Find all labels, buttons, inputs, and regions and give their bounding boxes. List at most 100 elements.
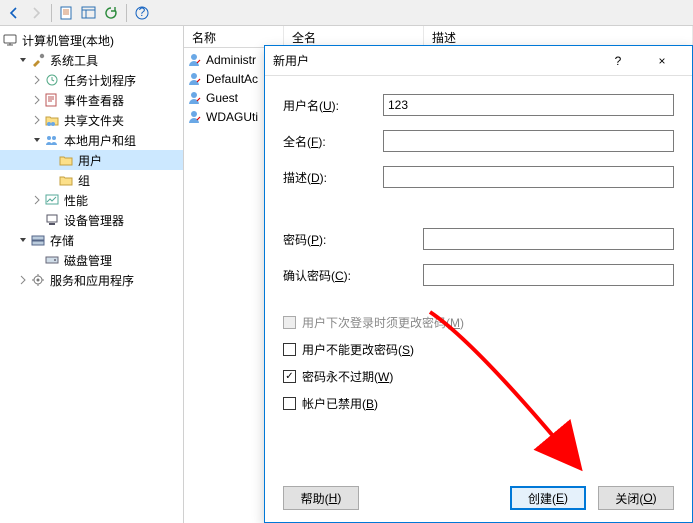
new-icon[interactable] — [57, 3, 77, 23]
checkbox-icon[interactable] — [283, 370, 296, 383]
device-icon — [44, 212, 60, 228]
shared-folder-icon — [44, 112, 60, 128]
fullname-label: 全名(F): — [283, 133, 383, 150]
tree-services-apps[interactable]: 服务和应用程序 — [0, 270, 183, 290]
fullname-input[interactable] — [383, 130, 674, 152]
chevron-down-icon[interactable] — [30, 133, 44, 147]
tree-label: 组 — [78, 172, 90, 189]
tree-system-tools[interactable]: 系统工具 — [0, 50, 183, 70]
chevron-right-icon[interactable] — [30, 93, 44, 107]
user-name: Guest — [206, 91, 238, 105]
username-input[interactable] — [383, 94, 674, 116]
chevron-right-icon[interactable] — [30, 113, 44, 127]
description-label: 描述(D): — [283, 169, 383, 186]
checkbox-account-disabled[interactable]: 帐户已禁用(B) — [283, 395, 674, 412]
folder-icon — [58, 172, 74, 188]
checkbox-icon — [283, 316, 296, 329]
chevron-right-icon[interactable] — [16, 273, 30, 287]
details-icon[interactable] — [79, 3, 99, 23]
event-icon — [44, 92, 60, 108]
tree-label: 存储 — [50, 232, 74, 249]
tree-label: 事件查看器 — [64, 92, 124, 109]
refresh-icon[interactable] — [101, 3, 121, 23]
checkbox-never-expire[interactable]: 密码永不过期(W) — [283, 368, 674, 385]
app-toolbar: ? — [0, 0, 693, 26]
checkbox-must-change: 用户下次登录时须更改密码(M) — [283, 314, 674, 331]
password-label: 密码(P): — [283, 231, 423, 248]
checkbox-icon[interactable] — [283, 397, 296, 410]
chevron-right-icon[interactable] — [30, 193, 44, 207]
tree-label: 任务计划程序 — [64, 72, 136, 89]
description-input[interactable] — [383, 166, 674, 188]
nav-tree[interactable]: 计算机管理(本地) 系统工具 任务计划程序 事件查看器 共享文件夹 本地用户和组 — [0, 26, 184, 523]
tree-device-manager[interactable]: 设备管理器 — [0, 210, 183, 230]
tree-event-viewer[interactable]: 事件查看器 — [0, 90, 183, 110]
disk-icon — [44, 252, 60, 268]
user-icon — [186, 90, 202, 106]
toolbar-separator — [51, 4, 52, 22]
checkbox-label: 用户下次登录时须更改密码(M) — [302, 314, 464, 331]
computer-icon — [2, 32, 18, 48]
tree-shared-folders[interactable]: 共享文件夹 — [0, 110, 183, 130]
tree-storage[interactable]: 存储 — [0, 230, 183, 250]
dialog-body: 用户名(U): 全名(F): 描述(D): 密码(P): 确认密码(C): 用户… — [265, 76, 692, 432]
tree-label: 共享文件夹 — [64, 112, 124, 129]
help-icon[interactable]: ? — [132, 3, 152, 23]
back-icon[interactable] — [4, 3, 24, 23]
folder-icon — [58, 152, 74, 168]
username-label: 用户名(U): — [283, 97, 383, 114]
tree-label: 系统工具 — [50, 52, 98, 69]
tree-groups[interactable]: 组 — [0, 170, 183, 190]
tree-task-scheduler[interactable]: 任务计划程序 — [0, 70, 183, 90]
user-icon — [186, 52, 202, 68]
col-desc[interactable]: 描述 — [424, 26, 693, 47]
new-user-dialog: 新用户 ? × 用户名(U): 全名(F): 描述(D): 密码(P): 确认密… — [264, 45, 693, 523]
close-button[interactable]: 关闭(O) — [598, 486, 674, 510]
tree-label: 磁盘管理 — [64, 252, 112, 269]
chevron-right-icon[interactable] — [30, 73, 44, 87]
col-fullname[interactable]: 全名 — [284, 26, 424, 47]
password-input[interactable] — [423, 228, 674, 250]
forward-icon[interactable] — [26, 3, 46, 23]
user-icon — [186, 71, 202, 87]
confirm-password-input[interactable] — [423, 264, 674, 286]
user-name: Administr — [206, 53, 256, 67]
checkbox-cannot-change[interactable]: 用户不能更改密码(S) — [283, 341, 674, 358]
help-button[interactable]: 帮助(H) — [283, 486, 359, 510]
dialog-button-row: 帮助(H) 创建(E) 关闭(O) — [283, 486, 674, 510]
close-icon[interactable]: × — [640, 47, 684, 75]
checkbox-icon[interactable] — [283, 343, 296, 356]
chevron-down-icon[interactable] — [16, 233, 30, 247]
tree-label: 设备管理器 — [64, 212, 124, 229]
tree-root[interactable]: 计算机管理(本地) — [0, 30, 183, 50]
storage-icon — [30, 232, 46, 248]
tree-performance[interactable]: 性能 — [0, 190, 183, 210]
user-name: DefaultAc — [206, 72, 258, 86]
dialog-help-icon[interactable]: ? — [596, 47, 640, 75]
checkbox-label: 帐户已禁用(B) — [302, 395, 378, 412]
create-button[interactable]: 创建(E) — [510, 486, 586, 510]
user-name: WDAGUti — [206, 110, 258, 124]
tree-label: 本地用户和组 — [64, 132, 136, 149]
svg-text:?: ? — [139, 5, 146, 19]
tree-label: 计算机管理(本地) — [22, 32, 114, 49]
dialog-title: 新用户 — [273, 52, 596, 69]
tree-users[interactable]: 用户 — [0, 150, 183, 170]
tree-disk-management[interactable]: 磁盘管理 — [0, 250, 183, 270]
confirm-password-label: 确认密码(C): — [283, 267, 423, 284]
checkbox-label: 用户不能更改密码(S) — [302, 341, 414, 358]
user-icon — [186, 109, 202, 125]
toolbar-separator — [126, 4, 127, 22]
performance-icon — [44, 192, 60, 208]
tree-local-users-groups[interactable]: 本地用户和组 — [0, 130, 183, 150]
users-icon — [44, 132, 60, 148]
clock-icon — [44, 72, 60, 88]
services-icon — [30, 272, 46, 288]
col-name[interactable]: 名称 — [184, 26, 284, 47]
dialog-titlebar[interactable]: 新用户 ? × — [265, 46, 692, 76]
chevron-down-icon[interactable] — [16, 53, 30, 67]
tree-label: 服务和应用程序 — [50, 272, 134, 289]
tree-label: 性能 — [64, 192, 88, 209]
checkbox-label: 密码永不过期(W) — [302, 368, 393, 385]
tools-icon — [30, 52, 46, 68]
